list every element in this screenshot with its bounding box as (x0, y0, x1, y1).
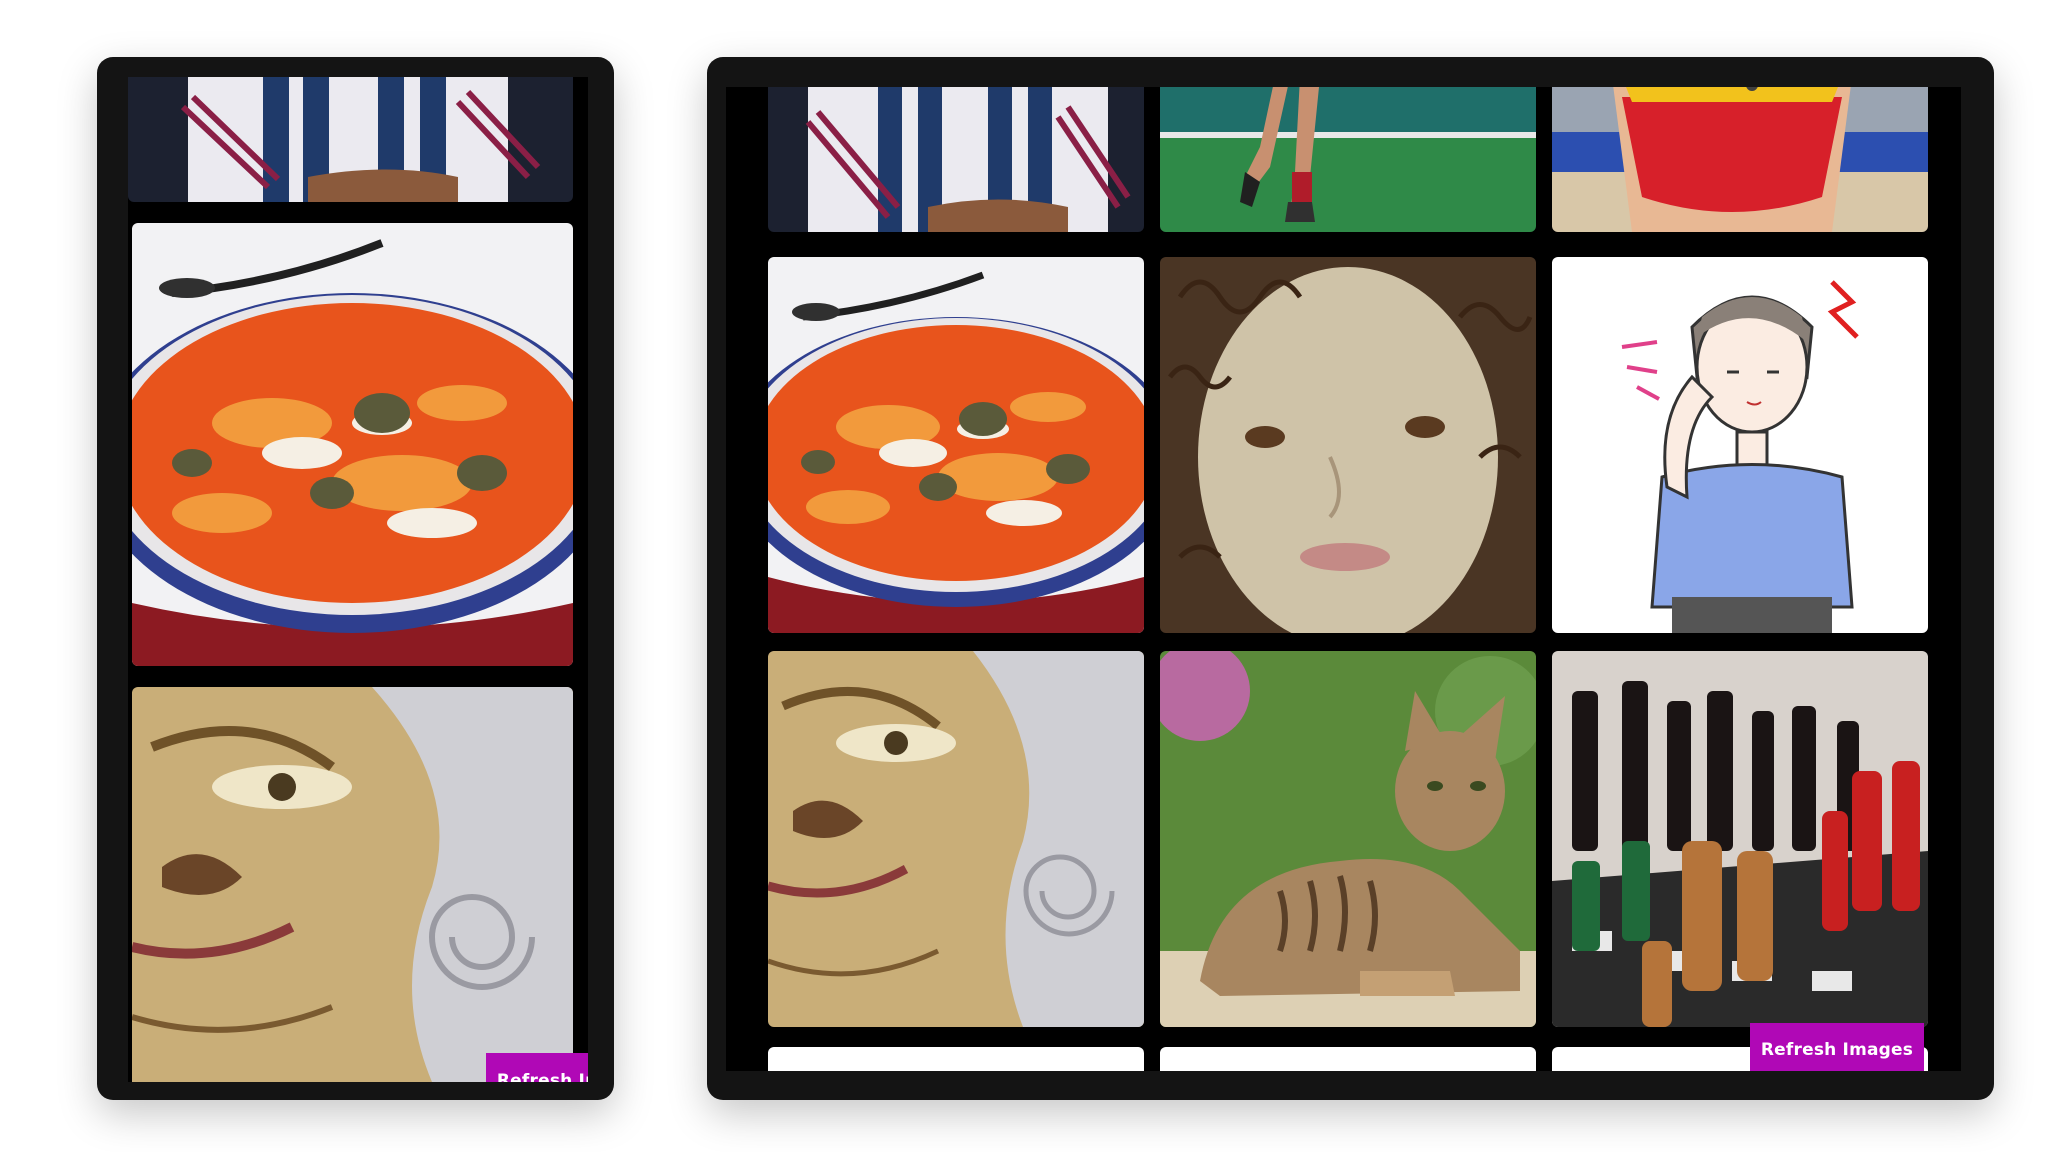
headache-woman-image (1552, 257, 1928, 633)
image-tile-swirl-face[interactable] (132, 687, 573, 1082)
image-tile-seafood-soup[interactable] (132, 223, 573, 666)
desktop-device-frame: Refresh Images (707, 57, 1994, 1100)
seafood-soup-image (132, 223, 573, 666)
swirl-face-image (768, 651, 1144, 1027)
striped-shirt-image (768, 87, 1144, 232)
image-tile-seafood-soup[interactable] (768, 257, 1144, 633)
image-tile-swirl-face[interactable] (768, 651, 1144, 1027)
swirl-face-image (132, 687, 573, 1082)
textured-girl-face-image (1160, 257, 1536, 633)
image-tile-peek-1[interactable] (768, 1047, 1144, 1071)
runner-legs-image (1160, 87, 1536, 232)
image-tile-tabby-cat[interactable] (1160, 651, 1536, 1027)
image-tile-striped-shirt[interactable] (768, 87, 1144, 232)
image-tile-peek-2[interactable] (1160, 1047, 1536, 1071)
mobile-gallery-screen: Refresh Images (128, 77, 588, 1082)
mobile-device-frame: Refresh Images (97, 57, 614, 1100)
image-tile-athlete-red-uniform[interactable] (1552, 87, 1928, 232)
striped-shirt-image (128, 77, 573, 202)
image-tile-headache-woman[interactable] (1552, 257, 1928, 633)
desktop-gallery-screen: Refresh Images (726, 87, 1961, 1071)
image-tile-textured-girl-face[interactable] (1160, 257, 1536, 633)
refresh-images-button[interactable]: Refresh Images (1750, 1023, 1924, 1071)
image-tile-striped-shirt[interactable] (128, 77, 573, 202)
image-tile-chess-pieces[interactable] (1552, 651, 1928, 1027)
refresh-images-button[interactable]: Refresh Images (486, 1053, 588, 1082)
seafood-soup-image (768, 257, 1144, 633)
chess-pieces-image (1552, 651, 1928, 1027)
athlete-red-uniform-image (1552, 87, 1928, 232)
tabby-cat-image (1160, 651, 1536, 1027)
image-tile-runner-legs[interactable] (1160, 87, 1536, 232)
